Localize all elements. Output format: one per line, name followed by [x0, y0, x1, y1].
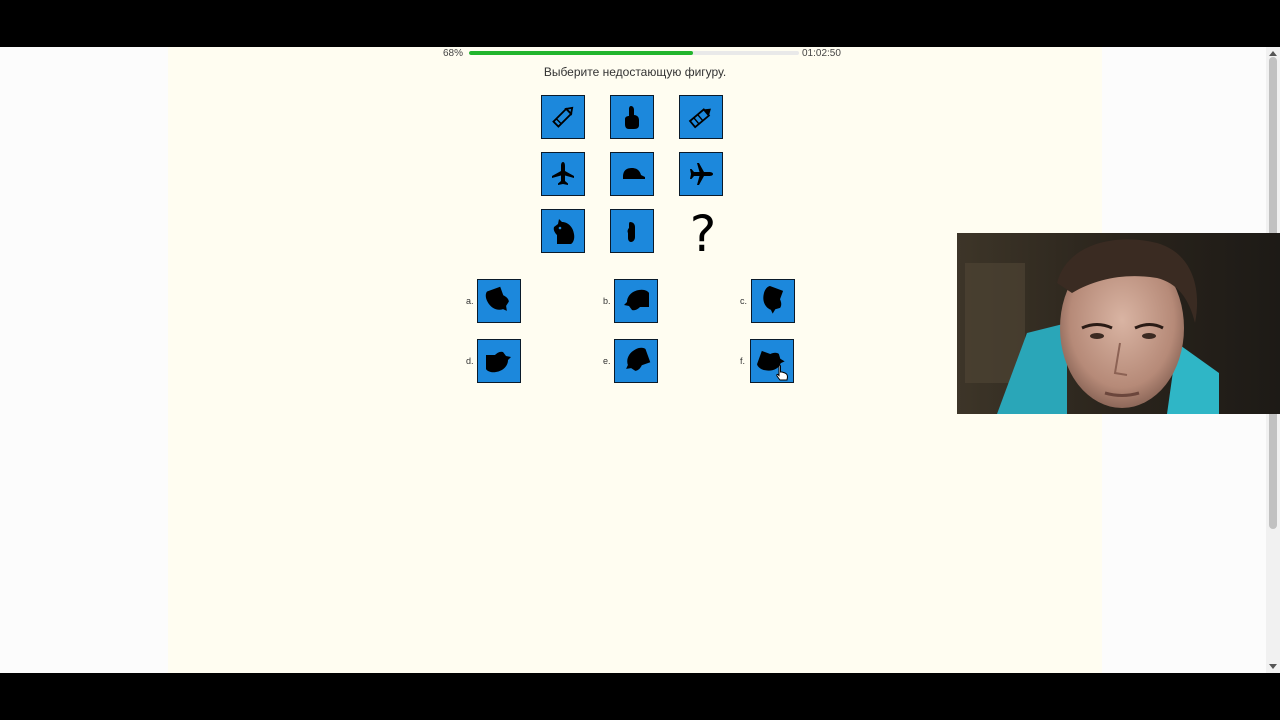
horse-head-rotated-down-icon: [485, 286, 509, 311]
option-a[interactable]: [477, 279, 521, 323]
option-b-label: b.: [603, 296, 611, 306]
option-e-label: e.: [603, 356, 611, 366]
matrix-cell-cap: [610, 152, 654, 196]
progress-bar: [469, 51, 799, 55]
pencil-icon: [552, 106, 574, 128]
option-e[interactable]: [614, 339, 658, 383]
horse-head-rotated-down-alt-icon: [763, 286, 784, 314]
webcam-image: [957, 233, 1280, 414]
matrix-cell-airplane: [541, 152, 585, 196]
webcam-overlay: [957, 233, 1280, 414]
matrix-cell-airplane-right: [679, 152, 723, 196]
scroll-down-arrow-icon[interactable]: [1269, 664, 1277, 669]
pencil-tilted-icon: [688, 108, 711, 129]
option-f-label: f.: [740, 356, 746, 366]
horse-head-icon: [553, 219, 575, 244]
progress-row: 68% 01:02:50: [0, 47, 1280, 61]
option-d-label: d.: [466, 356, 474, 366]
matrix-cell-pointing-hand: [610, 95, 654, 139]
missing-cell-question-mark: ?: [689, 205, 717, 263]
option-c-label: c.: [740, 296, 748, 306]
option-c[interactable]: [751, 279, 795, 323]
cap-icon: [623, 168, 645, 179]
progress-percent: 68%: [443, 48, 464, 59]
horse-head-left-alt-icon: [626, 347, 651, 371]
matrix-cell-pencil: [541, 95, 585, 139]
progress-bar-fill: [469, 51, 694, 55]
timer: 01:02:50: [802, 48, 841, 59]
question-text: Выберите недостающую фигуру.: [543, 65, 727, 79]
option-b[interactable]: [614, 279, 658, 323]
airplane-right-icon: [690, 163, 713, 185]
option-d[interactable]: [477, 339, 521, 383]
matrix-cell-pencil-tilted: [679, 95, 723, 139]
airplane-icon: [552, 162, 574, 185]
matrix-cell-horse-head: [541, 209, 585, 253]
horse-head-right-icon: [486, 351, 511, 373]
hand-fragment-icon: [627, 222, 635, 242]
matrix-cell-hand-fragment: [610, 209, 654, 253]
scroll-up-arrow-icon[interactable]: [1269, 51, 1277, 56]
pointing-hand-icon: [625, 106, 639, 129]
option-a-label: a.: [466, 296, 474, 306]
horse-head-left-icon: [624, 289, 649, 311]
hand-cursor-icon: [776, 364, 789, 381]
